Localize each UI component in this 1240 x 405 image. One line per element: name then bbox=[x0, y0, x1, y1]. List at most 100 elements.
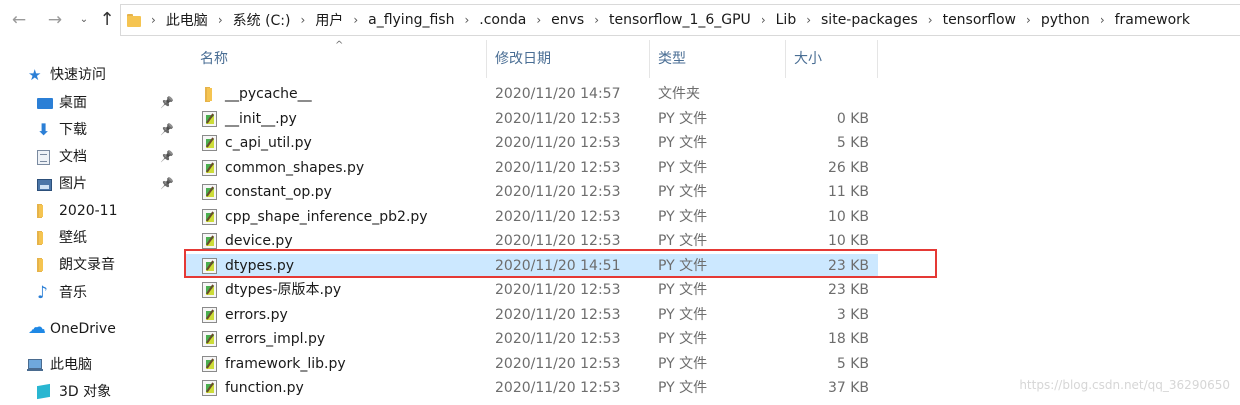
nav-item[interactable]: 3D 对象 bbox=[0, 379, 185, 405]
pin-icon[interactable]: 📌 bbox=[160, 144, 174, 170]
file-name: constant_op.py bbox=[225, 184, 332, 200]
file-name: common_shapes.py bbox=[225, 159, 365, 176]
nav-item[interactable]: 壁纸 bbox=[0, 225, 185, 251]
breadcrumb-item[interactable]: tensorflow bbox=[943, 12, 1016, 28]
file-modified-date: 2020/11/20 12:53 bbox=[495, 184, 621, 200]
file-row[interactable]: function.py 2020/11/20 12:53 PY 文件 37 KB bbox=[185, 376, 878, 400]
file-row[interactable]: framework_lib.py 2020/11/20 12:53 PY 文件 5 K… bbox=[185, 352, 878, 376]
chevron-right-icon[interactable]: › bbox=[928, 13, 933, 27]
column-header-type-label: 类型 bbox=[658, 51, 686, 67]
forward-icon[interactable]: → bbox=[44, 8, 66, 32]
file-modified-date: 2020/11/20 12:53 bbox=[495, 159, 621, 176]
chevron-right-icon[interactable]: › bbox=[151, 13, 156, 27]
file-modified-date: 2020/11/20 12:53 bbox=[495, 306, 621, 323]
python-file-icon bbox=[202, 331, 217, 347]
file-row[interactable]: constant_op.py 2020/11/20 12:53 PY 文件 11 KB bbox=[185, 180, 878, 204]
file-size: 0 KB bbox=[836, 110, 869, 127]
nav-item[interactable]: ♪ 音乐 bbox=[0, 280, 185, 306]
file-type: 文件夹 bbox=[658, 86, 700, 102]
column-header-name-label: 名称 bbox=[200, 51, 228, 67]
back-icon[interactable]: ← bbox=[8, 8, 30, 32]
pin-icon[interactable]: 📌 bbox=[160, 117, 174, 143]
nav-item[interactable]: 此电脑 bbox=[0, 352, 185, 378]
nav-item-label: 壁纸 bbox=[59, 230, 87, 246]
nav-item[interactable]: 文档 📌 bbox=[0, 144, 185, 170]
folder-icon bbox=[127, 13, 141, 27]
chevron-right-icon[interactable]: › bbox=[536, 13, 541, 27]
python-file-icon bbox=[202, 184, 217, 200]
python-file-icon bbox=[202, 233, 217, 249]
file-row[interactable]: common_shapes.py 2020/11/20 12:53 PY 文件 26 … bbox=[185, 156, 878, 180]
file-modified-date: 2020/11/20 12:53 bbox=[495, 282, 621, 298]
file-name: function.py bbox=[225, 380, 304, 396]
pin-icon[interactable]: 📌 bbox=[160, 90, 174, 116]
nav-item[interactable]: ☁ OneDrive bbox=[0, 316, 185, 342]
folder-icon bbox=[37, 258, 53, 272]
breadcrumb-item[interactable]: python bbox=[1041, 12, 1090, 28]
nav-item[interactable]: 图片 📌 bbox=[0, 171, 185, 197]
chevron-right-icon[interactable]: › bbox=[1100, 13, 1105, 27]
chevron-right-icon[interactable]: › bbox=[301, 13, 306, 27]
nav-item-label: 此电脑 bbox=[50, 357, 92, 373]
breadcrumb-item[interactable]: Lib bbox=[776, 12, 797, 28]
breadcrumb-item[interactable]: site-packages bbox=[821, 12, 918, 28]
python-file-icon bbox=[202, 282, 217, 298]
file-modified-date: 2020/11/20 12:53 bbox=[495, 355, 621, 372]
column-header-type[interactable]: 类型 bbox=[650, 40, 786, 78]
file-row[interactable]: dtypes-原版本.py 2020/11/20 12:53 PY 文件 23 KB bbox=[185, 278, 878, 302]
file-name: c_api_util.py bbox=[225, 135, 312, 151]
python-file-icon bbox=[202, 380, 217, 396]
breadcrumb-item[interactable]: envs bbox=[551, 12, 584, 28]
nav-item-label: 下载 bbox=[59, 122, 87, 138]
address-bar[interactable]: › 此电脑 › 系统 (C:) › 用户 › a_flying_fish › .conda › env… bbox=[120, 4, 1240, 36]
breadcrumb-item[interactable]: a_flying_fish bbox=[368, 12, 454, 28]
file-row[interactable]: errors_impl.py 2020/11/20 12:53 PY 文件 18 KB bbox=[185, 327, 878, 351]
file-name: dtypes-原版本.py bbox=[225, 282, 342, 298]
folder-icon bbox=[37, 204, 53, 218]
chevron-right-icon[interactable]: › bbox=[594, 13, 599, 27]
python-file-icon bbox=[202, 135, 217, 151]
column-header-date[interactable]: 修改日期 bbox=[487, 40, 650, 78]
breadcrumb-item[interactable]: tensorflow_1_6_GPU bbox=[609, 12, 751, 28]
chevron-right-icon[interactable]: › bbox=[1026, 13, 1031, 27]
nav-item[interactable]: 2020-11 bbox=[0, 198, 185, 224]
folder-icon bbox=[202, 86, 217, 102]
nav-item[interactable]: 桌面 📌 bbox=[0, 90, 185, 116]
breadcrumb-item[interactable]: .conda bbox=[479, 12, 526, 28]
python-file-icon bbox=[202, 110, 217, 127]
file-type: PY 文件 bbox=[658, 184, 708, 200]
breadcrumb-item[interactable]: 此电脑 bbox=[166, 10, 208, 30]
column-header-name[interactable]: ^ 名称 bbox=[185, 40, 487, 78]
breadcrumb-item[interactable]: 系统 (C:) bbox=[233, 10, 291, 30]
python-file-icon bbox=[202, 355, 217, 372]
address-toolbar: ← → ⌄ ↑ › 此电脑 › 系统 (C:) › 用户 › a_flying_fish › .c… bbox=[0, 0, 1240, 40]
nav-item-label: 快速访问 bbox=[50, 67, 106, 83]
file-row[interactable]: c_api_util.py 2020/11/20 12:53 PY 文件 5 KB bbox=[185, 131, 878, 155]
chevron-right-icon[interactable]: › bbox=[761, 13, 766, 27]
chevron-right-icon[interactable]: › bbox=[464, 13, 469, 27]
column-header-size[interactable]: 大小 bbox=[786, 40, 878, 78]
chevron-right-icon[interactable]: › bbox=[218, 13, 223, 27]
up-icon[interactable]: ↑ bbox=[96, 8, 118, 32]
chevron-right-icon[interactable]: › bbox=[353, 13, 358, 27]
pin-icon[interactable]: 📌 bbox=[160, 171, 174, 197]
file-modified-date: 2020/11/20 12:53 bbox=[495, 135, 621, 151]
chevron-right-icon[interactable]: › bbox=[806, 13, 811, 27]
file-row[interactable]: __init__.py 2020/11/20 12:53 PY 文件 0 KB bbox=[185, 107, 878, 131]
file-size: 18 KB bbox=[827, 331, 869, 347]
nav-item-label: 2020-11 bbox=[59, 203, 118, 219]
music-icon: ♪ bbox=[37, 283, 48, 303]
desktop-icon bbox=[37, 98, 53, 109]
nav-item[interactable]: ⬇ 下载 📌 bbox=[0, 117, 185, 143]
file-row[interactable]: errors.py 2020/11/20 12:53 PY 文件 3 KB bbox=[185, 303, 878, 327]
recent-locations-icon[interactable]: ⌄ bbox=[73, 8, 95, 32]
file-row[interactable]: __pycache__ 2020/11/20 14:57 文件夹 bbox=[185, 82, 878, 106]
nav-item[interactable]: 朗文录音 bbox=[0, 252, 185, 278]
download-icon: ⬇ bbox=[37, 120, 51, 139]
nav-item[interactable]: ★ 快速访问 bbox=[0, 62, 185, 88]
document-icon bbox=[37, 150, 50, 165]
file-row[interactable]: cpp_shape_inference_pb2.py 2020/11/20 12:… bbox=[185, 205, 878, 229]
file-size: 37 KB bbox=[827, 380, 869, 396]
breadcrumb-item[interactable]: framework bbox=[1115, 12, 1190, 28]
column-header-size-label: 大小 bbox=[794, 51, 822, 67]
